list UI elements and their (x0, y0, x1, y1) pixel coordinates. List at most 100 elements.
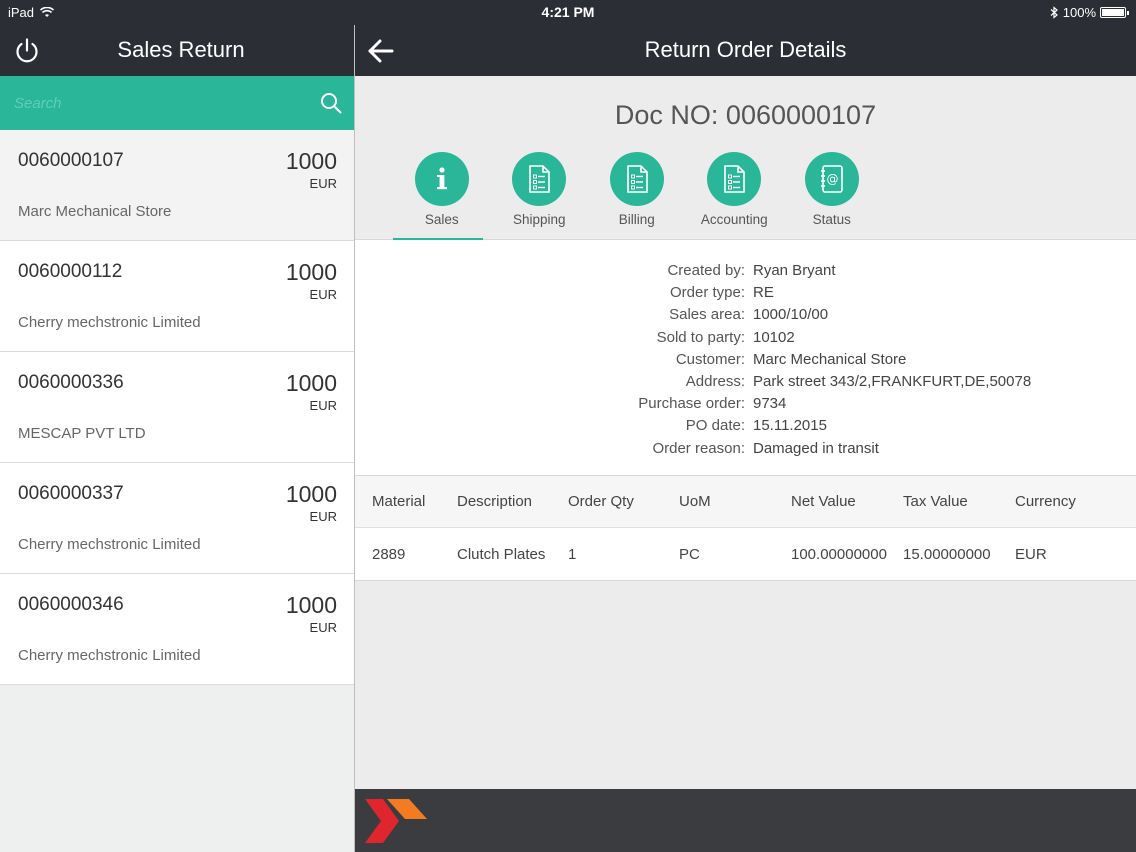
customer-name: Marc Mechanical Store (18, 203, 172, 220)
detail-key: Sales area: (669, 306, 745, 324)
search-input[interactable] (0, 76, 310, 130)
detail-tabs: Sales Shipping Billing Accounting @ Stat… (393, 152, 881, 240)
line-items-table: Material Description Order Qty UoM Net V… (355, 476, 1136, 581)
tab-shipping[interactable]: Shipping (491, 152, 589, 240)
status-bar: iPad 4:21 PM 100% (0, 0, 1136, 25)
order-details: Created by: Ryan Bryant Order type: RE Sal… (355, 240, 1136, 476)
detail-key: Order type: (669, 284, 745, 302)
currency: EUR (309, 287, 337, 302)
battery-percent: 100% (1062, 5, 1096, 20)
detail-row: Created by: Ryan Bryant (355, 260, 1136, 282)
detail-key: PO date: (685, 417, 745, 435)
bluetooth-icon (1050, 6, 1058, 19)
customer-name: Cherry mechstronic Limited (18, 647, 201, 664)
list-item[interactable]: 0060000337 1000 EUR Cherry mechstronic L… (0, 463, 354, 574)
customer-name: Cherry mechstronic Limited (18, 536, 201, 553)
cell-material: 2889 (372, 545, 406, 563)
detail-key: Address: (685, 372, 745, 390)
customer-name: MESCAP PVT LTD (18, 425, 146, 442)
sales-return-panel: Sales Return 0060000107 1000 EUR Marc Me… (0, 25, 354, 852)
amount: 1000 (285, 148, 337, 174)
search-icon[interactable] (320, 92, 342, 114)
cell-uom: PC (679, 545, 700, 563)
column-header: Tax Value (903, 493, 968, 510)
return-order-list: 0060000107 1000 EUR Marc Mechanical Stor… (0, 130, 354, 685)
customer-name: Cherry mechstronic Limited (18, 314, 201, 331)
doc-number: 0060000337 (18, 483, 124, 504)
brand-logo-icon (365, 799, 427, 843)
amount: 1000 (285, 592, 337, 618)
return-order-details-panel: Return Order Details Doc NO: 0060000107 … (355, 25, 1136, 852)
tab-accounting[interactable]: Accounting (686, 152, 784, 240)
doc-number: 0060000107 (18, 150, 124, 171)
detail-key: Sold to party: (656, 328, 745, 346)
tab-label: Status (812, 212, 851, 227)
panel-title: Return Order Details (644, 37, 847, 62)
panel-title: Sales Return (117, 37, 245, 62)
detail-row: Sales area: 1000/10/00 (355, 304, 1136, 326)
detail-value: RE (753, 284, 774, 302)
detail-value: 15.11.2015 (753, 417, 827, 435)
amount: 1000 (285, 370, 337, 396)
tab-label: Billing (618, 212, 655, 227)
left-header: Sales Return (0, 25, 354, 76)
cell-tax-value: 15.00000000 (903, 545, 991, 563)
doc-title: Doc NO: 0060000107 (614, 100, 877, 130)
list-item[interactable]: 0060000346 1000 EUR Cherry mechstronic L… (0, 574, 354, 685)
detail-key: Order reason: (652, 439, 745, 457)
right-header: Return Order Details (355, 25, 1136, 76)
detail-value: Marc Mechanical Store (753, 350, 907, 368)
search-bar (0, 76, 354, 130)
detail-value: Damaged in transit (753, 439, 879, 457)
currency: EUR (309, 509, 337, 524)
list-item[interactable]: 0060000336 1000 EUR MESCAP PVT LTD (0, 352, 354, 463)
battery-icon (1100, 7, 1129, 18)
tab-sales[interactable]: Sales (393, 152, 491, 240)
currency: EUR (309, 620, 337, 635)
detail-row: Sold to party: 10102 (355, 327, 1136, 349)
document-icon (724, 165, 746, 193)
cell-order-qty: 1 (568, 545, 577, 563)
detail-value: Ryan Bryant (753, 262, 836, 279)
tab-icon-circle (707, 152, 762, 206)
table-header: Material Description Order Qty UoM Net V… (355, 476, 1136, 528)
tab-label: Sales (424, 212, 459, 227)
cell-net-value: 100.00000000 (791, 545, 887, 563)
tab-billing[interactable]: Billing (588, 152, 686, 240)
doc-section: Doc NO: 0060000107 Sales Shipping Billin… (355, 76, 1136, 240)
doc-number: 0060000336 (18, 372, 124, 393)
list-item[interactable]: 0060000112 1000 EUR Cherry mechstronic L… (0, 241, 354, 352)
detail-value: 10102 (753, 328, 795, 346)
detail-row: Address: Park street 343/2,FRANKFURT,DE,5… (355, 371, 1136, 393)
column-header: Order Qty (568, 493, 634, 510)
tab-status[interactable]: @ Status (783, 152, 881, 240)
svg-text:@: @ (826, 172, 838, 186)
column-header: UoM (679, 493, 711, 510)
detail-row: Order reason: Damaged in transit (355, 438, 1136, 460)
column-header: Net Value (791, 493, 856, 510)
address-book-icon: @ (820, 165, 843, 193)
doc-number: 0060000346 (18, 594, 124, 615)
footer-bar (355, 789, 1136, 852)
detail-row: PO date: 15.11.2015 (355, 415, 1136, 437)
info-icon (436, 167, 447, 190)
amount: 1000 (285, 481, 337, 507)
clock: 4:21 PM (541, 4, 595, 20)
cell-description: Clutch Plates (457, 545, 546, 563)
currency: EUR (309, 176, 337, 191)
currency: EUR (309, 398, 337, 413)
tab-icon-circle (414, 152, 469, 206)
tab-icon-circle: @ (804, 152, 859, 206)
detail-key: Customer: (675, 350, 745, 368)
document-icon (626, 165, 648, 193)
tab-label: Accounting (700, 212, 768, 227)
list-item[interactable]: 0060000107 1000 EUR Marc Mechanical Stor… (0, 130, 354, 241)
column-header: Material (372, 493, 426, 510)
doc-number: 0060000112 (18, 261, 123, 282)
detail-key: Purchase order: (638, 395, 745, 413)
detail-value: Park street 343/2,FRANKFURT,DE,50078 (753, 372, 1032, 390)
tab-icon-circle (512, 152, 567, 206)
detail-value: 9734 (753, 395, 787, 413)
column-header: Currency (1015, 493, 1076, 510)
table-row[interactable]: 2889 Clutch Plates 1 PC 100.00000000 15.… (355, 528, 1136, 581)
